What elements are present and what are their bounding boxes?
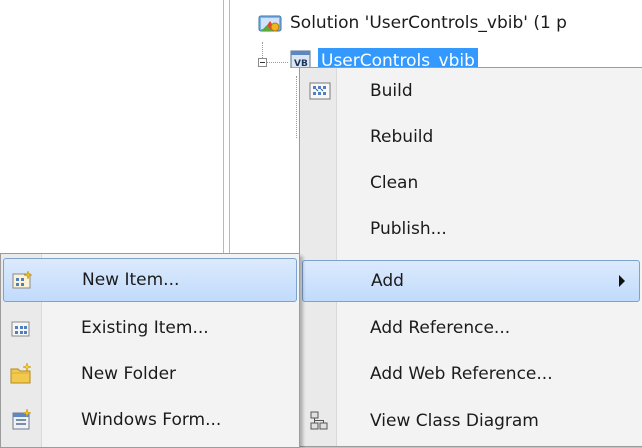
menu-item-windows-form[interactable]: Windows Form...	[3, 400, 297, 440]
project-context-menu: Build Rebuild Clean Publish... Add Add R…	[299, 67, 642, 447]
pane-divider-right	[229, 0, 230, 272]
menu-item-new-item[interactable]: New Item...	[3, 258, 297, 302]
menu-item-new-folder[interactable]: New Folder	[3, 354, 297, 394]
tree-connector	[266, 62, 288, 63]
menu-item-existing-item[interactable]: Existing Item...	[3, 308, 297, 348]
menu-item-label: Clean	[370, 173, 419, 193]
menu-item-label: Existing Item...	[81, 318, 209, 338]
project-label: UserControls_vbib	[318, 48, 478, 68]
menu-item-add[interactable]: Add	[302, 260, 640, 302]
menu-item-clean[interactable]: Clean	[302, 163, 640, 203]
add-submenu: New Item... Existing Item... New Folder	[0, 253, 300, 448]
menu-item-publish[interactable]: Publish...	[302, 209, 640, 249]
windows-form-icon	[3, 400, 39, 440]
menu-item-label: Windows Form...	[81, 410, 222, 430]
tree-connector	[296, 76, 297, 138]
solution-icon	[258, 12, 290, 34]
menu-item-rebuild[interactable]: Rebuild	[302, 117, 640, 157]
menu-item-label: Build	[370, 81, 413, 101]
menu-item-label: Add Reference...	[370, 318, 511, 338]
menu-item-build[interactable]: Build	[302, 71, 640, 111]
menu-item-view-class-diagram[interactable]: View Class Diagram	[302, 401, 640, 441]
new-folder-icon	[3, 354, 39, 394]
menu-item-label: Publish...	[370, 219, 447, 239]
pane-divider-left	[223, 0, 224, 272]
menu-item-label: New Item...	[82, 270, 180, 290]
submenu-arrow-icon	[619, 275, 625, 287]
new-item-icon	[4, 259, 40, 301]
menu-item-add-reference[interactable]: Add Reference...	[302, 308, 640, 348]
menu-item-label: New Folder	[81, 364, 177, 384]
class-diagram-icon	[302, 401, 338, 441]
vb-project-icon: VB	[290, 50, 318, 68]
menu-item-label: View Class Diagram	[370, 411, 539, 431]
existing-item-icon	[3, 308, 39, 348]
tree-connector	[262, 42, 263, 58]
collapse-toggle[interactable]	[258, 58, 267, 67]
tree-item-project[interactable]: VB UserControls_vbib	[290, 48, 478, 68]
menu-item-label: Add	[371, 271, 404, 291]
menu-item-add-web-reference[interactable]: Add Web Reference...	[302, 354, 640, 394]
menu-item-label: Add Web Reference...	[370, 364, 553, 384]
tree-item-solution[interactable]: Solution 'UserControls_vbib' (1 p	[258, 10, 567, 36]
menu-item-label: Rebuild	[370, 127, 434, 147]
solution-label: Solution 'UserControls_vbib' (1 p	[290, 13, 567, 33]
build-icon	[302, 71, 338, 111]
